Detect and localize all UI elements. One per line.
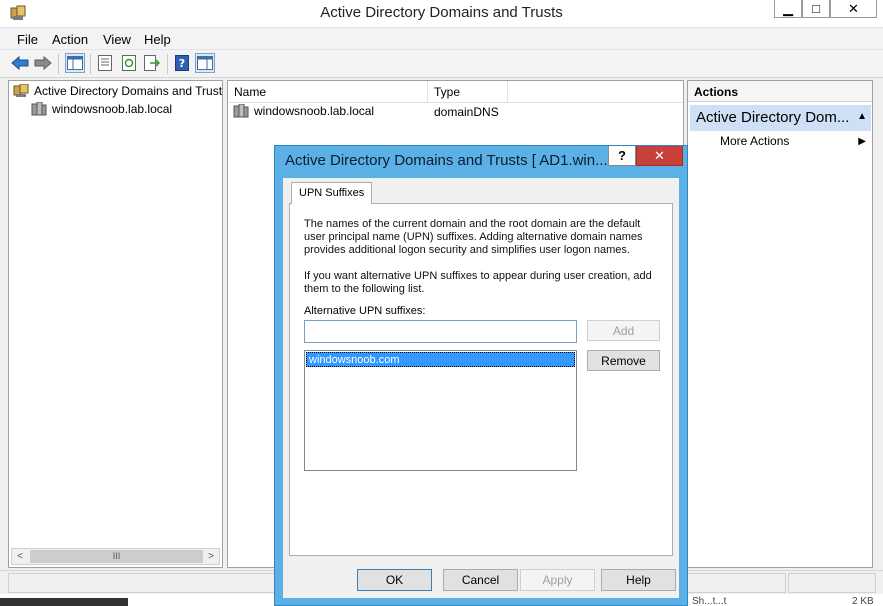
refresh-button[interactable] [119, 53, 139, 73]
toolbar-separator [90, 54, 91, 74]
minimize-icon: ▁ [783, 0, 793, 16]
toolbar: ? [0, 50, 883, 78]
more-actions-item[interactable]: More Actions [720, 134, 789, 148]
column-header-type[interactable]: Type [428, 81, 508, 103]
menu-bar: File Action View Help [0, 28, 883, 50]
export-list-icon [144, 55, 160, 71]
tree-root-label: Active Directory Domains and Trust [34, 84, 223, 98]
tree-root-node[interactable]: Active Directory Domains and Trust [13, 82, 222, 100]
maximize-icon: □ [812, 1, 820, 16]
remove-button[interactable]: Remove [587, 350, 660, 371]
minimize-button[interactable]: ▁ [774, 0, 802, 18]
tree-domain-label: windowsnoob.lab.local [52, 102, 173, 116]
add-button[interactable]: Add [587, 320, 660, 341]
background-size-text: 2 KB [852, 596, 874, 606]
close-icon: ✕ [654, 148, 665, 163]
help-toolbar-button[interactable]: ? [172, 53, 192, 73]
list-item[interactable]: windowsnoob.com [306, 352, 575, 367]
menu-action[interactable]: Action [52, 32, 88, 47]
show-hide-action-pane-button[interactable] [195, 53, 215, 73]
dialog-close-button[interactable]: ✕ [636, 146, 683, 166]
apply-button[interactable]: Apply [520, 569, 595, 591]
close-icon: ✕ [848, 0, 859, 16]
background-dark-strip [0, 598, 128, 606]
tab-upn-suffixes[interactable]: UPN Suffixes [291, 182, 373, 204]
export-list-button[interactable] [142, 53, 162, 73]
domain-icon [233, 104, 249, 118]
menu-file[interactable]: File [17, 32, 38, 47]
domains-trusts-icon [13, 84, 29, 97]
question-mark-icon: ? [618, 148, 626, 163]
menu-help[interactable]: Help [144, 32, 171, 47]
show-hide-action-pane-icon [197, 56, 213, 70]
maximize-button[interactable]: □ [802, 0, 830, 18]
svg-text:?: ? [179, 57, 185, 70]
scroll-left-icon[interactable]: < [12, 549, 28, 564]
refresh-icon [122, 55, 136, 71]
column-header-filler [508, 81, 683, 103]
table-row[interactable]: windowsnoob.lab.local [233, 104, 374, 118]
forward-button[interactable] [33, 53, 53, 73]
help-icon: ? [175, 55, 189, 71]
collapse-up-icon[interactable]: ▲ [857, 111, 867, 122]
alternative-suffixes-label: Alternative UPN suffixes: [304, 305, 426, 317]
show-hide-console-tree-button[interactable] [65, 53, 85, 73]
actions-header: Actions [688, 81, 872, 102]
back-arrow-icon [11, 56, 29, 70]
forward-arrow-icon [34, 56, 52, 70]
instruction-text: If you want alternative UPN suffixes to … [304, 270, 652, 295]
horizontal-scrollbar[interactable]: < III > [11, 548, 220, 565]
tree-domain-node[interactable]: windowsnoob.lab.local [31, 100, 172, 118]
domain-icon [31, 102, 47, 116]
dialog-body: UPN Suffixes The names of the current do… [283, 178, 679, 598]
status-cell-side [788, 573, 876, 593]
show-hide-console-tree-icon [67, 56, 83, 70]
actions-section-title: Active Directory Dom... [696, 109, 850, 126]
submenu-arrow-icon: ▶ [858, 136, 866, 147]
upn-suffix-list[interactable]: windowsnoob.com [304, 350, 577, 471]
toolbar-separator [167, 54, 168, 74]
console-tree-pane[interactable]: Active Directory Domains and Trust windo… [8, 80, 223, 568]
scroll-thumb[interactable]: III [30, 550, 203, 563]
cancel-button[interactable]: Cancel [443, 569, 518, 591]
actions-section-header[interactable]: Active Directory Dom... ▲ [690, 105, 871, 131]
properties-dialog: Active Directory Domains and Trusts [ AD… [274, 145, 688, 606]
close-button[interactable]: ✕ [830, 0, 877, 18]
actions-pane: Actions Active Directory Dom... ▲ More A… [687, 80, 873, 568]
ok-button[interactable]: OK [357, 569, 432, 591]
dialog-help-button[interactable]: ? [608, 146, 636, 166]
back-button[interactable] [10, 53, 30, 73]
help-button[interactable]: Help [601, 569, 676, 591]
toolbar-separator [58, 54, 59, 74]
description-text: The names of the current domain and the … [304, 218, 643, 256]
window-title: Active Directory Domains and Trusts [320, 4, 563, 21]
upn-suffix-input[interactable] [304, 320, 577, 343]
background-status-text: Sh...t...t [692, 596, 727, 606]
scroll-right-icon[interactable]: > [203, 549, 219, 564]
title-bar: Active Directory Domains and Trusts ▁ □ … [0, 0, 883, 28]
row-name-cell: windowsnoob.lab.local [254, 104, 375, 118]
column-header-name[interactable]: Name [228, 81, 428, 103]
dialog-title: Active Directory Domains and Trusts [ AD… [285, 152, 608, 169]
properties-icon [98, 55, 112, 71]
tab-panel: The names of the current domain and the … [289, 203, 673, 556]
row-type-cell: domainDNS [434, 105, 499, 119]
menu-view[interactable]: View [103, 32, 131, 47]
properties-button[interactable] [95, 53, 115, 73]
